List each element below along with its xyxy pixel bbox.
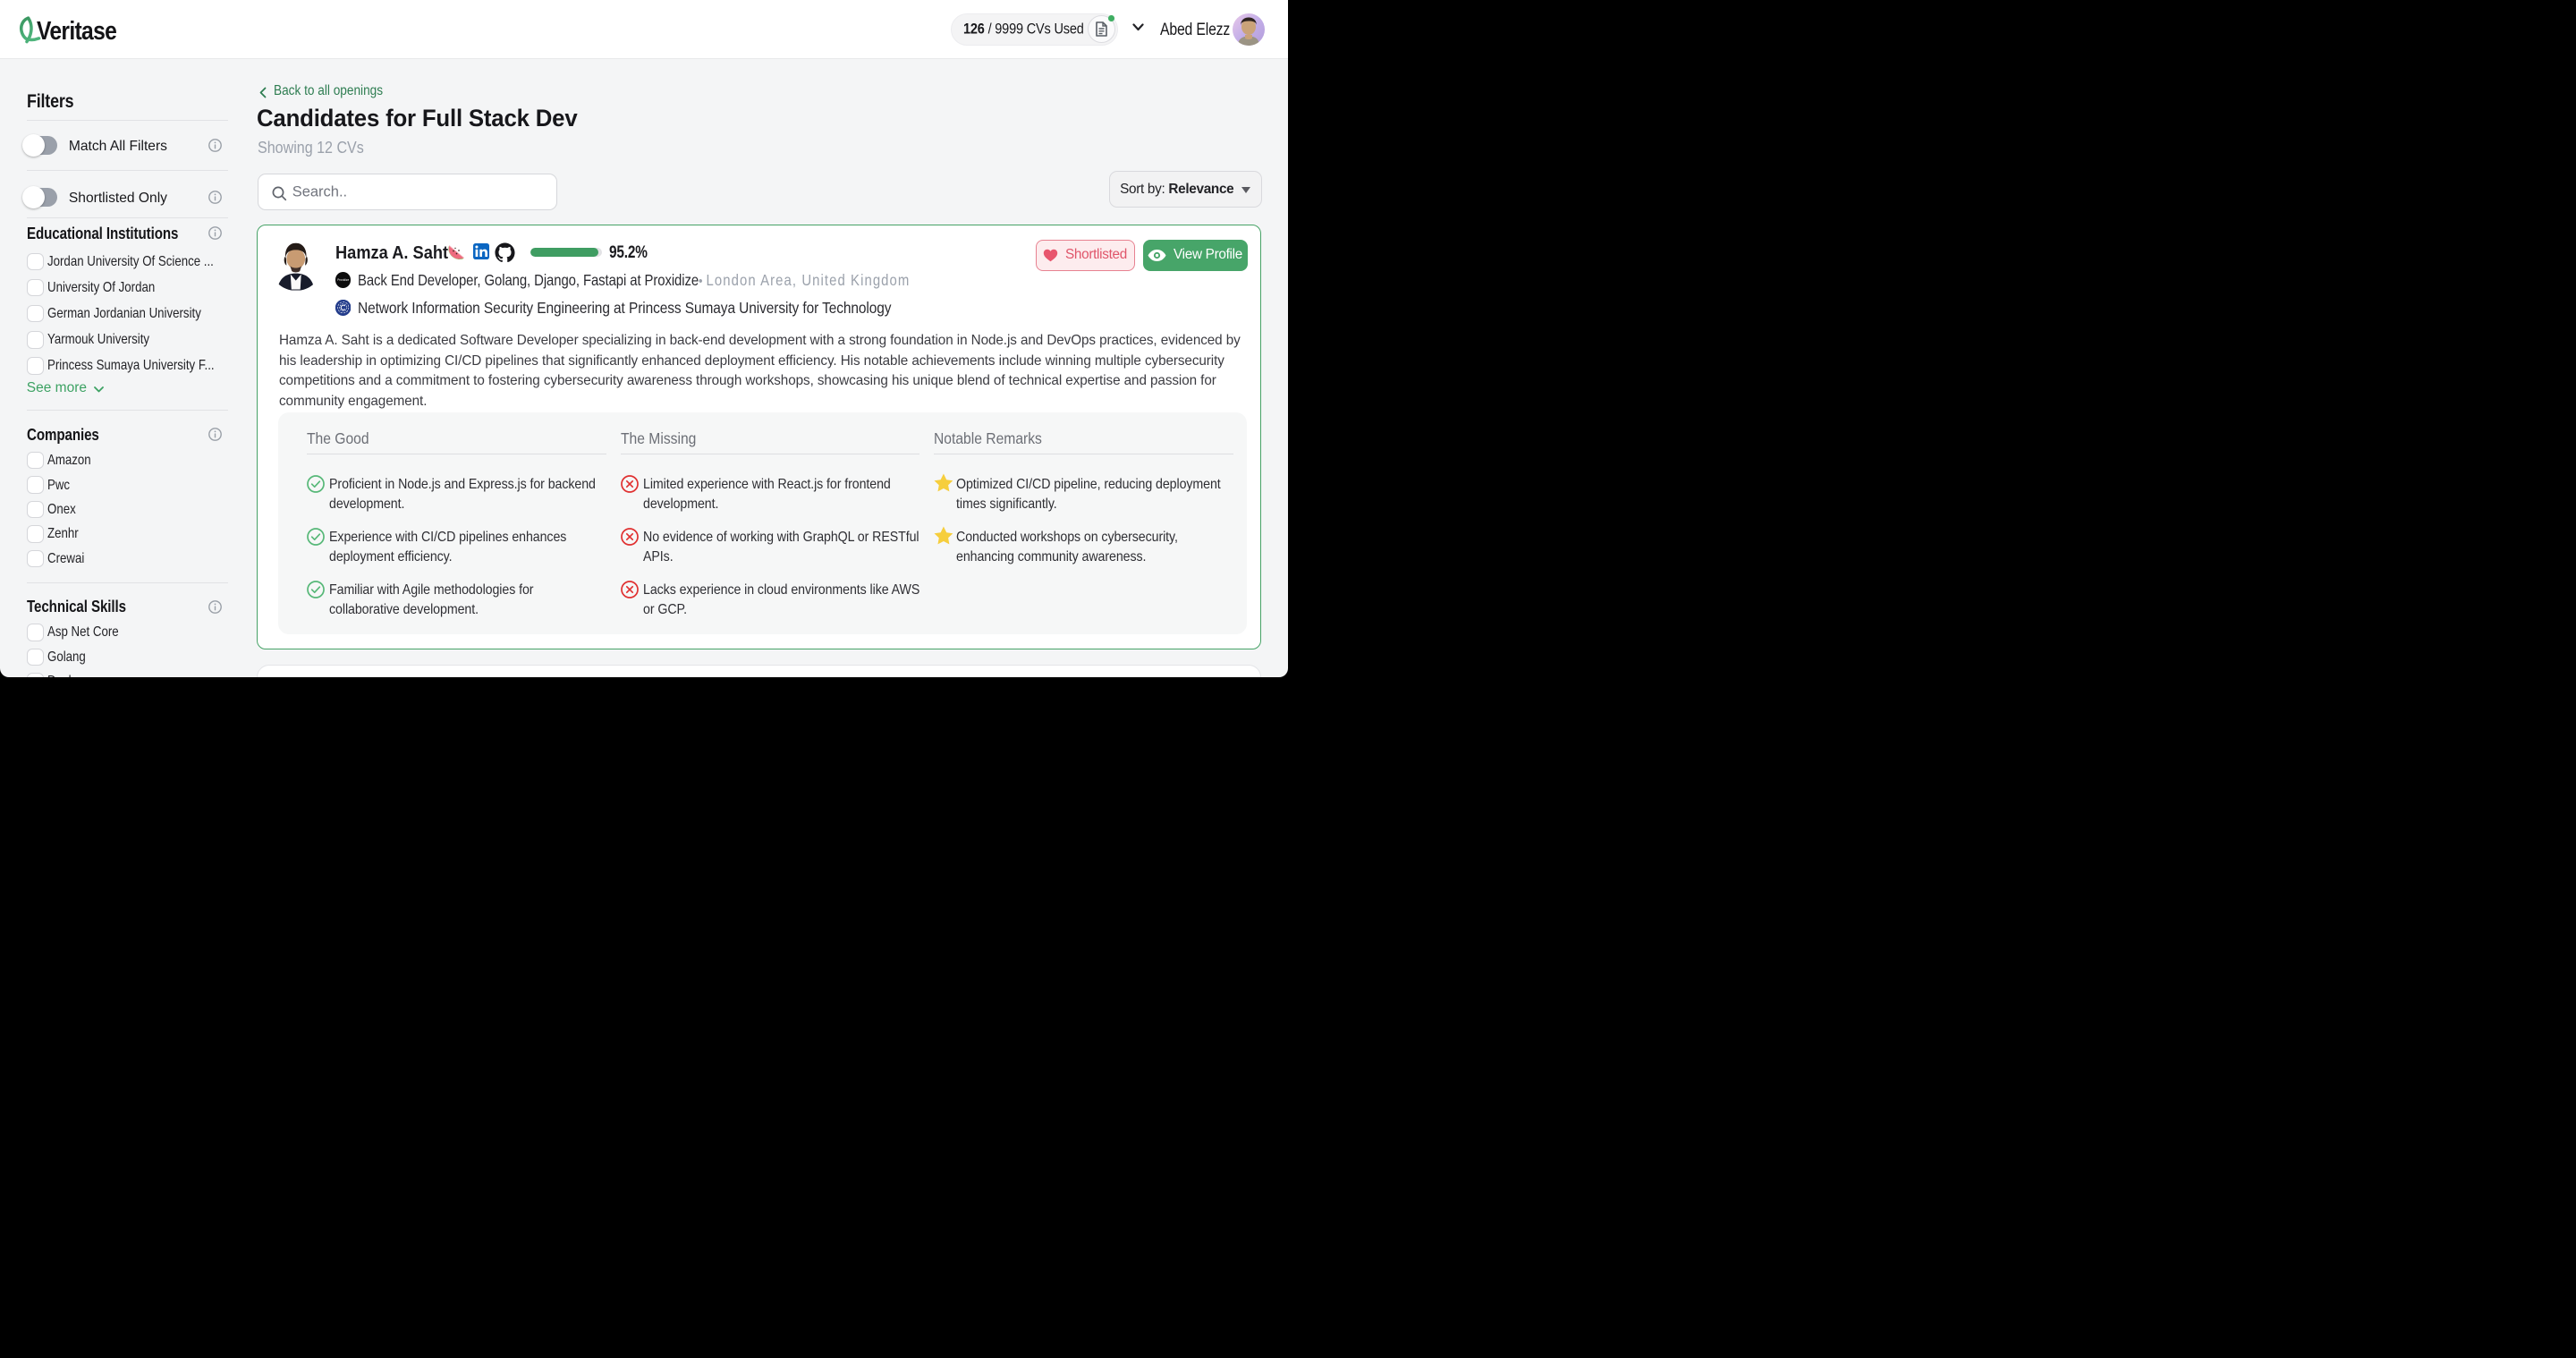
svg-text:Proxidize: Proxidize	[337, 279, 349, 283]
